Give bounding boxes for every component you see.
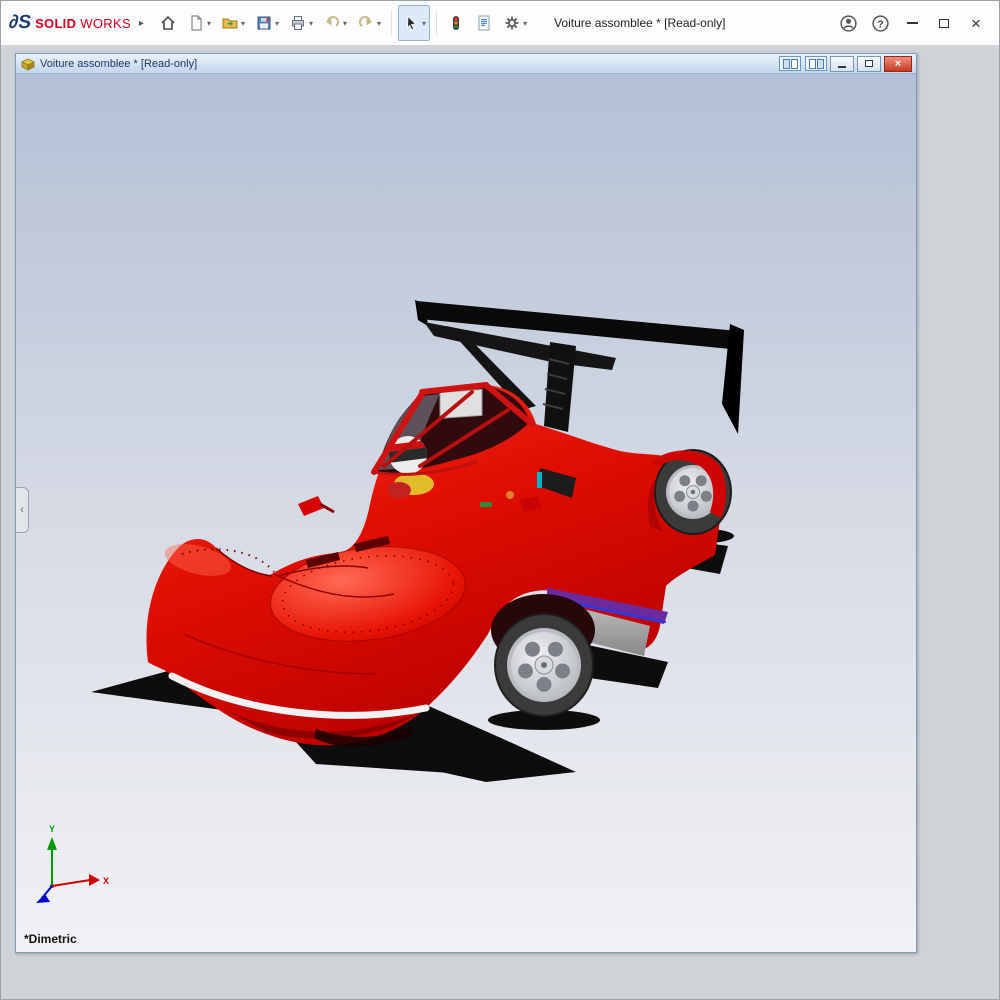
close-window-button[interactable]: × xyxy=(961,8,991,38)
account-button[interactable] xyxy=(833,8,863,38)
pane-glyph xyxy=(809,59,816,69)
new-document-dropdown[interactable]: ▾ xyxy=(207,19,211,28)
open-folder-icon xyxy=(221,14,239,32)
pane-glyph xyxy=(783,59,790,69)
select-tool-button[interactable]: ▾ xyxy=(398,5,430,41)
minimize-window-button[interactable] xyxy=(897,8,927,38)
undo-dropdown[interactable]: ▾ xyxy=(343,19,347,28)
document-titlebar[interactable]: Voiture assomblee * [Read-only] × xyxy=(16,54,916,74)
options-dropdown[interactable]: ▾ xyxy=(523,19,527,28)
brand-works: WORKS xyxy=(80,16,131,31)
user-account-icon xyxy=(839,14,858,33)
home-button[interactable] xyxy=(155,5,181,41)
rebuild-button[interactable] xyxy=(443,5,469,41)
help-button[interactable]: ? xyxy=(865,8,895,38)
triad-y-label: Y xyxy=(49,824,55,834)
pane-toggle-left-button[interactable] xyxy=(779,56,801,71)
rebuild-trafficlight-icon xyxy=(447,14,465,32)
print-icon xyxy=(289,14,307,32)
toolbar-separator xyxy=(391,10,392,36)
select-cursor-icon xyxy=(402,14,420,32)
undo-icon xyxy=(323,14,341,32)
maximize-window-button[interactable] xyxy=(929,8,959,38)
file-properties-icon xyxy=(475,14,493,32)
save-icon xyxy=(255,14,273,32)
undo-button[interactable]: ▾ xyxy=(319,5,351,41)
home-icon xyxy=(159,14,177,32)
assembly-icon xyxy=(20,56,36,72)
model-scene: Y X xyxy=(16,74,916,952)
save-button[interactable]: ▾ xyxy=(251,5,283,41)
menu-flyout-arrow[interactable]: ▸ xyxy=(139,18,144,29)
redo-icon xyxy=(357,14,375,32)
restore-icon xyxy=(865,60,873,67)
document-minimize-button[interactable] xyxy=(830,56,854,72)
open-button[interactable]: ▾ xyxy=(217,5,249,41)
orientation-triad[interactable]: Y X xyxy=(36,824,109,903)
open-dropdown[interactable]: ▾ xyxy=(241,19,245,28)
save-dropdown[interactable]: ▾ xyxy=(275,19,279,28)
options-button[interactable]: ▾ xyxy=(499,5,531,41)
select-dropdown[interactable]: ▾ xyxy=(422,19,426,28)
document-window: Voiture assomblee * [Read-only] × xyxy=(15,53,917,953)
close-icon: × xyxy=(895,58,901,70)
redo-dropdown[interactable]: ▾ xyxy=(377,19,381,28)
document-title: Voiture assomblee * [Read-only] xyxy=(40,58,197,70)
toolbar-separator xyxy=(436,10,437,36)
redo-button[interactable]: ▾ xyxy=(353,5,385,41)
document-restore-button[interactable] xyxy=(857,56,881,72)
minimize-icon xyxy=(907,22,918,24)
new-document-button[interactable]: ▾ xyxy=(183,5,215,41)
svg-text:?: ? xyxy=(877,18,883,30)
3ds-logo-icon: ∂S xyxy=(7,12,32,34)
3d-viewport[interactable]: Y X ‹ *Dimetric xyxy=(16,74,916,952)
gear-icon xyxy=(503,14,521,32)
brand-solid: SOLID xyxy=(35,16,76,31)
triad-x-label: X xyxy=(103,876,109,886)
file-properties-button[interactable] xyxy=(471,5,497,41)
solidworks-logo: ∂S SOLID WORKS xyxy=(9,12,131,34)
print-button[interactable]: ▾ xyxy=(285,5,317,41)
help-icon: ? xyxy=(871,14,890,33)
view-orientation-label: *Dimetric xyxy=(24,932,77,946)
close-icon: × xyxy=(971,15,981,32)
new-document-icon xyxy=(187,14,205,32)
minimize-icon xyxy=(838,66,846,68)
front-wheel xyxy=(491,594,595,716)
featuremanager-collapse-tab[interactable]: ‹ xyxy=(16,487,29,533)
pane-glyph xyxy=(817,59,824,69)
maximize-icon xyxy=(939,19,949,28)
main-toolbar: ∂S SOLID WORKS ▸ ▾ ▾ ▾ ▾ ▾ ▾ xyxy=(1,1,999,46)
document-close-button[interactable]: × xyxy=(884,56,912,72)
print-dropdown[interactable]: ▾ xyxy=(309,19,313,28)
solidworks-window: ∂S SOLID WORKS ▸ ▾ ▾ ▾ ▾ ▾ ▾ xyxy=(0,0,1000,1000)
active-document-title: Voiture assomblee * [Read-only] xyxy=(554,16,725,30)
pane-glyph xyxy=(791,59,798,69)
pane-toggle-right-button[interactable] xyxy=(805,56,827,71)
